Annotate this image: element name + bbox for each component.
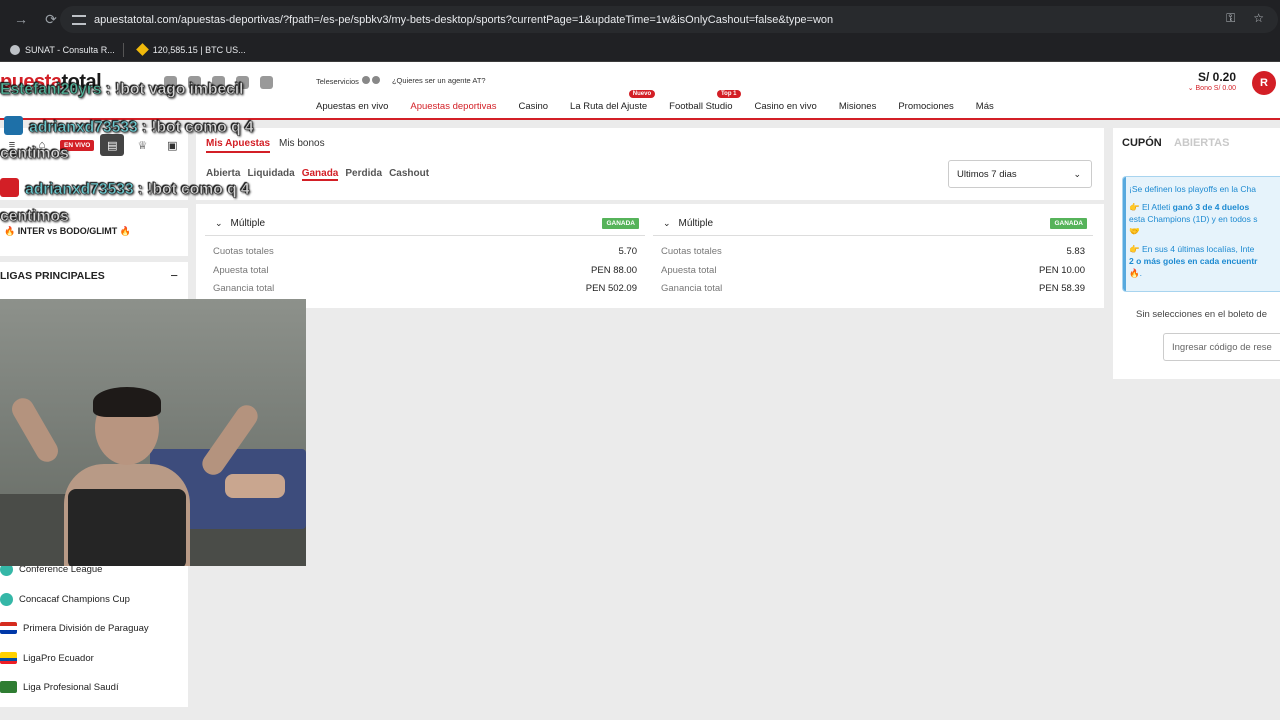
status-badge: GANADA	[1050, 218, 1087, 229]
key-icon[interactable]: ⚿	[1226, 11, 1235, 26]
filter-liquidada[interactable]: Liquidada	[247, 168, 294, 181]
webcam-feed	[0, 299, 306, 566]
chat-badge-icon	[4, 116, 23, 135]
avatar[interactable]: R	[1252, 71, 1276, 95]
forward-icon[interactable]: →	[8, 6, 34, 32]
bookmarks-bar: SUNAT - Consulta R... 120,585.15 | BTC U…	[0, 38, 1280, 62]
site-settings-icon[interactable]	[72, 14, 86, 25]
chat-message: adrianxd73533 : !bot como q 4	[0, 116, 254, 137]
nav-item[interactable]: Casino en vivo	[744, 96, 828, 120]
balance-amount: S/ 0.20	[1197, 70, 1236, 84]
status-badge: GANADA	[602, 218, 639, 229]
globe-icon	[0, 593, 13, 606]
star-icon[interactable]: ☆	[1253, 11, 1264, 26]
bookmark-sunat[interactable]: SUNAT - Consulta R...	[10, 44, 115, 55]
bookmark-label: SUNAT - Consulta R...	[25, 44, 115, 55]
main-nav: Apuestas en vivo Apuestas deportivas Casin…	[305, 90, 1005, 120]
bookmark-label: 120,585.15 | BTC US...	[152, 44, 246, 55]
nav-item[interactable]: Más	[965, 96, 1005, 120]
chat-message: Estefani20yrs : !bot vago imbecil	[0, 81, 244, 99]
bet-card[interactable]: ⌄ Múltiple GANADA Cuotas totales 5.83 Apue…	[653, 212, 1093, 302]
liga-item[interactable]: Liga Profesional Saudí	[0, 681, 119, 693]
nav-item[interactable]: Casino	[507, 96, 559, 120]
browser-toolbar: → ⟳ apuestatotal.com/apuestas-deportivas…	[0, 0, 1280, 38]
agente-link[interactable]: ¿Quieres ser un agente AT?	[392, 76, 486, 86]
nav-tag-badge: Nuevo	[628, 90, 656, 98]
nav-item[interactable]: Football Studio Top 1	[658, 90, 743, 120]
youtube-icon[interactable]	[260, 76, 273, 89]
liga-item[interactable]: Concacaf Champions Cup	[0, 593, 130, 606]
ligas-title: LIGAS PRINCIPALES	[0, 270, 105, 282]
bet-card[interactable]: ⌄ Múltiple GANADA Cuotas totales 5.70 Apue…	[205, 212, 645, 302]
filter-ganada[interactable]: Ganada	[301, 168, 339, 181]
bets-icon[interactable]: ▤	[100, 134, 125, 156]
liga-item[interactable]: LigaPro Ecuador	[0, 652, 94, 664]
coupon-panel: CUPÓN ABIERTAS ¡Se definen los playoffs …	[1113, 128, 1280, 379]
nav-item[interactable]: Promociones	[887, 96, 964, 120]
filter-perdida[interactable]: Perdida	[345, 168, 382, 181]
bets-panel: Mis Apuestas Mis bonos Abierta Liquidada…	[196, 128, 1104, 200]
period-select[interactable]: Ultimos 7 dias ⌄	[948, 160, 1092, 188]
tab-mis-bonos[interactable]: Mis bonos	[279, 138, 325, 149]
nav-item[interactable]: Misiones	[828, 96, 888, 120]
globe-icon	[10, 44, 20, 55]
chevron-down-icon[interactable]: ⌄	[663, 218, 671, 229]
phone-icon	[371, 76, 380, 84]
address-bar[interactable]: apuestatotal.com/apuestas-deportivas/?fp…	[60, 6, 1278, 33]
bono-amount: ⌄ Bono S/ 0.00	[1187, 85, 1236, 92]
nav-tag-badge: Top 1	[716, 90, 741, 98]
ecuador-flag-icon	[0, 652, 17, 664]
chat-badge-icon	[0, 178, 19, 197]
saudi-flag-icon	[0, 681, 17, 693]
bet-cards: ⌄ Múltiple GANADA Cuotas totales 5.70 Apue…	[196, 204, 1104, 308]
bookmark-btc[interactable]: 120,585.15 | BTC US...	[134, 43, 246, 56]
nav-item[interactable]: Apuestas deportivas	[399, 96, 508, 120]
collapse-icon[interactable]: −	[170, 268, 178, 283]
chevron-down-icon[interactable]: ⌄	[215, 218, 223, 229]
teleservicios-link[interactable]: Teleservicios	[316, 76, 380, 86]
binance-icon	[135, 43, 149, 56]
empty-coupon-text: Sin selecciones en el boleto de	[1136, 309, 1267, 320]
tab-abiertas[interactable]: ABIERTAS	[1174, 137, 1229, 149]
tab-cupon[interactable]: CUPÓN	[1122, 137, 1162, 149]
chat-message: adrianxd73533 : !bot como q 4	[0, 178, 250, 199]
liga-item[interactable]: Primera División de Paraguay	[0, 622, 149, 634]
paraguay-flag-icon	[0, 622, 17, 634]
promo-banner: ¡Se definen los playoffs en la Cha 👉 El …	[1122, 176, 1280, 292]
url-text[interactable]: apuestatotal.com/apuestas-deportivas/?fp…	[94, 14, 833, 26]
trophy-icon[interactable]: ♕	[130, 134, 154, 156]
balance[interactable]: S/ 0.20 ⌄ Bono S/ 0.00	[1188, 70, 1236, 92]
chat-message: centimos	[0, 208, 69, 226]
chat-message: centimos	[0, 145, 69, 163]
code-input[interactable]: Ingresar código de rese	[1163, 333, 1280, 361]
nav-item[interactable]: Apuestas en vivo	[305, 96, 399, 120]
whatsapp-icon	[361, 76, 370, 84]
chevron-down-icon: ⌄	[1073, 169, 1081, 179]
calendar-icon[interactable]: ▣	[160, 134, 184, 156]
nav-item[interactable]: La Ruta del Ajuste Nuevo	[559, 90, 658, 120]
filter-cashout[interactable]: Cashout	[389, 168, 429, 181]
tab-mis-apuestas[interactable]: Mis Apuestas	[206, 138, 271, 153]
